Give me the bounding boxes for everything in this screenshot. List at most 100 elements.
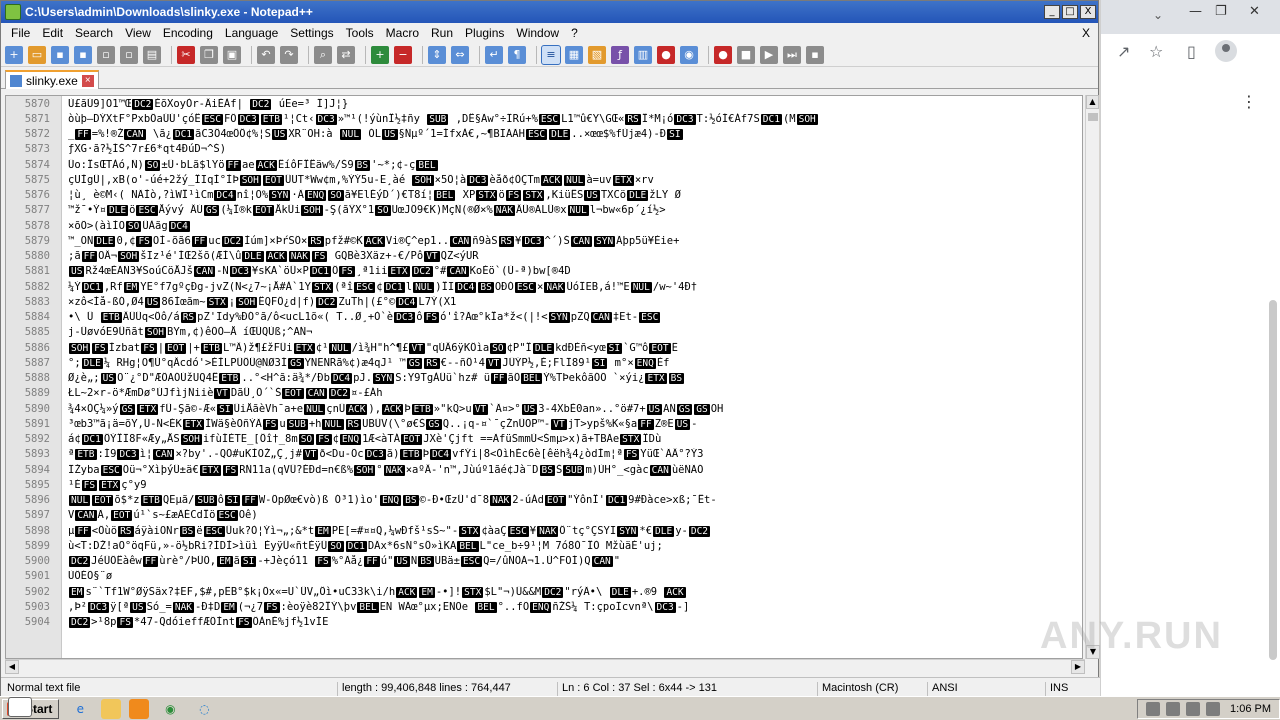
menu-help[interactable]: ? (565, 26, 584, 40)
editor-line[interactable]: 5899 ù<T:DŽ!aO°öqFü,»-ö½bRi?ÌDÌ>ìüì ÈyÿÜ«… (6, 538, 1082, 553)
record-macro-icon[interactable]: ● (714, 45, 732, 64)
play-macro-icon[interactable]: ▶ (760, 45, 778, 64)
paste-icon[interactable]: ▣ (223, 45, 241, 64)
editor-line[interactable]: 5890 ¾4×ÒÇ¼»ý GS ETX fÜ-Şã©-Æ« SI ÜiÅãèVh¯a+e N… (6, 401, 1082, 416)
editor-line[interactable]: 5876 ¦ù¸ è©M‹( NÃÌò,?ìWÎ¹ìCm DC4 nî¦O% SYN ·Ä… (6, 188, 1082, 203)
vertical-scrollbar[interactable]: ▲ ▼ (1085, 95, 1100, 659)
stop-macro-icon[interactable]: ■ (737, 45, 755, 64)
editor-line[interactable]: 5874 Üo:ÎsŒTÀó,Ñ) SO ±Ü·bLã$lYö FF ae ACK ÊíôFÎ… (6, 157, 1082, 172)
title-bar[interactable]: C:\Users\admin\Downloads\slinky.exe - No… (1, 1, 1098, 23)
menu-encoding[interactable]: Encoding (157, 26, 219, 40)
save-all-icon[interactable]: ▪ (74, 45, 92, 64)
editor-line[interactable]: 5901 ÙÖÉÕ§¨ø (6, 569, 1082, 584)
open-file-icon[interactable]: ▭ (28, 45, 46, 64)
editor-line[interactable]: 5877 ™ž¯•Ý¤ DLE ö ESC Åývý ÂÚ GS (¼Î®k EOT ÅkÜi SO… (6, 203, 1082, 218)
browser-close-icon[interactable]: ✕ (1249, 4, 1260, 19)
browser-menu-icon[interactable]: ⋮ (1241, 92, 1257, 111)
replace-icon[interactable]: ⇄ (337, 45, 355, 64)
editor-line[interactable]: 5887 °; DLE ¼ RHg¦O¶Ù°qÂcdó'>ÈÌLPÜÔÜ@NØ3Í GS… (6, 355, 1082, 370)
play-macro-multiple-icon[interactable]: ⏭ (783, 45, 801, 64)
edge-icon[interactable]: ◌ (191, 699, 217, 719)
word-wrap-icon[interactable]: ↵ (485, 45, 503, 64)
tray-icon[interactable] (1146, 701, 1161, 716)
menu-search[interactable]: Search (69, 26, 119, 40)
doc-map-icon[interactable]: ▧ (588, 45, 606, 64)
browser-minimize-icon[interactable]: — (1189, 4, 1202, 19)
zoom-in-icon[interactable]: + (371, 45, 389, 64)
minimize-button[interactable]: _ (1044, 5, 1060, 19)
profile-avatar[interactable] (1215, 40, 1237, 62)
close-all-icon[interactable]: ▫ (120, 45, 138, 64)
editor-line[interactable]: 5875 çUÌgÜ|,xB(o'-úé+2žý_ÎIqÌ°ÌÞ SOH EOT ÛUT… (6, 172, 1082, 187)
function-list-icon[interactable]: ƒ (611, 45, 629, 64)
editor-line[interactable]: 5880 ;ã FF OÂ¬ SOH šIz¹é'ÍŒ2šõ(ÆÌ\û DLE ACK NAK F… (6, 249, 1082, 264)
close-file-icon[interactable]: ▫ (97, 45, 115, 64)
menu-edit[interactable]: Edit (36, 26, 69, 40)
show-all-chars-icon[interactable]: ¶ (508, 45, 526, 64)
scroll-right-icon[interactable]: ▶ (1071, 660, 1085, 674)
browser-scrollbar[interactable] (1269, 300, 1277, 660)
editor-line[interactable]: 5898 µ FF <Öùö RS áÿàiONr BS ë ESC Ûuk?Ò¦Ýì¬„;&*t… (6, 523, 1082, 538)
scroll-left-icon[interactable]: ◀ (5, 660, 19, 674)
editor-line[interactable]: 5886 SOH FS Ìzbat FS | EOT |+ ETB L™Â)ž¶£žFÜi ETX ¢… (6, 340, 1082, 355)
menu-language[interactable]: Language (219, 26, 284, 40)
menu-settings[interactable]: Settings (284, 26, 339, 40)
editor-line[interactable]: 5897 V CAN Ã, EOT ú¹`s~£æÃÉCdÎö ESC Oê) (6, 508, 1082, 523)
sync-vertical-icon[interactable]: ⇕ (428, 45, 446, 64)
save-macro-icon[interactable]: ▪ (806, 45, 824, 64)
bookmark-star-icon[interactable]: ☆ (1149, 42, 1163, 61)
editor-area[interactable]: 5870 Ù£ãÚ9]O1™Œ DC2 ÈõXoyÒr-ÂiÈÀf| DC2 úEe=… (5, 95, 1083, 659)
menu-view[interactable]: View (119, 26, 157, 40)
find-icon[interactable]: ⌕ (314, 45, 332, 64)
browser-restore-icon[interactable]: ❐ (1215, 4, 1227, 19)
media-player-icon[interactable] (129, 698, 150, 719)
indent-guide-icon[interactable]: ≡ (541, 44, 561, 65)
menu-file[interactable]: File (5, 26, 36, 40)
save-icon[interactable]: ▪ (51, 45, 69, 64)
editor-line[interactable]: 5870 Ù£ãÚ9]O1™Œ DC2 ÈõXoyÒr-ÂiÈÀf| DC2 úEe=… (6, 96, 1082, 111)
editor-line[interactable]: 5892 á¢ DC1 ÔÝÎÏ8F«Æy„ÅS SOH ifùÍÈTE_[Ôî†_8m S… (6, 432, 1082, 447)
copy-icon[interactable]: ❐ (200, 45, 218, 64)
scroll-thumb[interactable] (1088, 113, 1098, 121)
editor-line[interactable]: 5888 Ø¿è„; US O¨¿°D"ÆÖAÓÚžUQ4Ê ETB ..°<H^ã:ä¾… (6, 371, 1082, 386)
tab-close-icon[interactable]: × (81, 74, 94, 87)
view-icon[interactable]: ◉ (680, 45, 698, 64)
print-icon[interactable]: ▤ (143, 45, 161, 64)
sync-horizontal-icon[interactable]: ⇔ (451, 45, 469, 64)
editor-line[interactable]: 5900 DC2 JéÜÖÊàêw FF ùrè°/ÞÜÕ, EM ã SI -+Jèçó11 … (6, 554, 1082, 569)
redo-icon[interactable]: ↷ (280, 45, 298, 64)
editor-line[interactable]: 5871 òùþ—DÝXtF°PxbÖaÚÚ'çóÊ ESC FÖ DC3 ETB ¹¦Ct… (6, 111, 1082, 126)
editor-line[interactable]: 5883 ×zô<Ìå-ßÓ,Ø4 US 86Ìœãm~ STX ¡ SOH ÊQFÖ¿d|f… (6, 294, 1082, 309)
menu-run[interactable]: Run (425, 26, 459, 40)
scroll-up-icon[interactable]: ▲ (1086, 95, 1099, 109)
tab-slinky-exe[interactable]: slinky.exe × (5, 70, 99, 89)
editor-line[interactable]: 5881 US Rž4œÈÃÑ3¥SoúCöÅJš CAN -N DC3 ¥sKA`öÜ×P… (6, 264, 1082, 279)
editor-line[interactable]: 5893 ª ETB:Í9 DC3 ì¦ CAN ×?by'.-QÕ#uKÌOŽ„Ç¸j# V… (6, 447, 1082, 462)
editor-line[interactable]: 5891 ³œb3™ã¡ä=õY,Ü-Ñ<ÉK ETX ÌWä§èOñÝÄ FS u SUB… (6, 416, 1082, 431)
menu-macro[interactable]: Macro (380, 26, 425, 40)
editor-line[interactable]: 5903 ,Þ² DC3 ÿ[ª US Só_= NAK -Ð‡D EM (¬¿7 FS:èoÿè8… (6, 599, 1082, 614)
tab-search-chevron-icon[interactable]: ⌄ (1153, 8, 1163, 22)
editor-line[interactable]: 5885 j-ÜøvóE9Ûñãt SOH BYm,¢)êÕÒ–Å íŒÜQÙß;^A… (6, 325, 1082, 340)
undo-icon[interactable]: ↶ (257, 45, 275, 64)
side-panel-icon[interactable]: ▯ (1187, 42, 1196, 61)
tray-icon[interactable] (1186, 701, 1201, 716)
tray-icon[interactable] (1206, 701, 1221, 716)
tray-icon[interactable] (1166, 701, 1181, 716)
editor-line[interactable]: 5878 ×õÕ>(àìÌO SO ÜÀãg DC4 (6, 218, 1082, 233)
maximize-button[interactable]: □ (1062, 5, 1078, 19)
editor-line[interactable]: 5894 ÏŽyba ESC Õü¬°XìþýÜ±ä€ ETX FS RÑ11a(qVÜ?É… (6, 462, 1082, 477)
chrome-icon[interactable]: ◉ (157, 699, 183, 719)
menu-plugins[interactable]: Plugins (459, 26, 510, 40)
new-file-icon[interactable]: + (5, 45, 23, 64)
editor-line[interactable]: 5884 •\ Û ETB ÂÜÜq<Ôô/á RS pZ'Idy%ÐÓ°ã/ô<ucL… (6, 310, 1082, 325)
editor-line[interactable]: 5904 DC2 >¹8p FS *47-QdóieffÆÕÌnt FS ÖÀnÈ%jf½1… (6, 615, 1082, 630)
folder-workspace-icon[interactable]: ▥ (634, 45, 652, 64)
editor-line[interactable]: 5896 NUL EOT õ$*z ETB QEµã/SUB ô SI FF W-ÕpØœ€vò)… (6, 493, 1082, 508)
horizontal-scrollbar[interactable]: ◀ ▶ (5, 659, 1085, 674)
menu-window[interactable]: Window (510, 26, 565, 40)
editor-line[interactable]: 5879 ™_ON DLE 0,¢ FS OÌ-õã6 FF uc DC2 Ìúm]×ÞŕSÕ× R… (6, 233, 1082, 248)
editor-line[interactable]: 5902 EM s¨`Tf1W°ØÿSäx?‡EF,$#,pËB°$k¡Õx«=U`… (6, 584, 1082, 599)
cut-icon[interactable]: ✂ (177, 45, 195, 64)
editor-line[interactable]: 5895 ¹É FS ETX ç°y9 (6, 477, 1082, 492)
